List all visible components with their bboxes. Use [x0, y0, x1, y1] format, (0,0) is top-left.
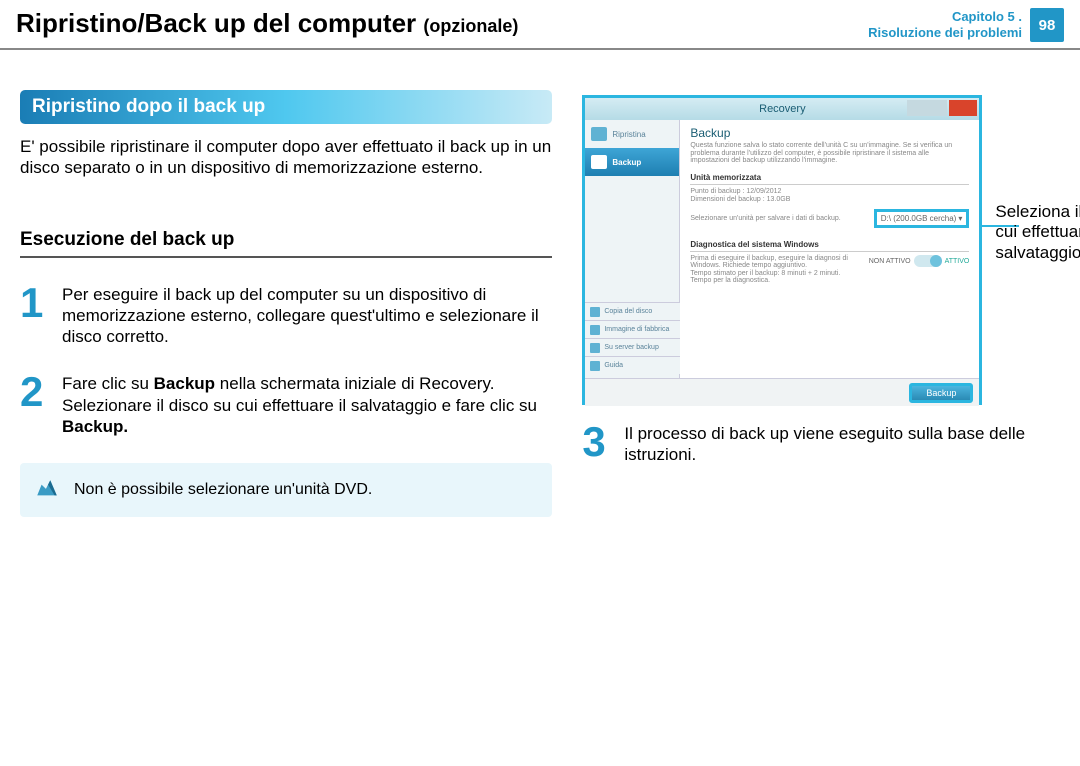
backup-point: Punto di backup : 12/09/2012 [690, 188, 969, 195]
chapter-line-2: Risoluzione dei problemi [868, 25, 1022, 41]
step-text: Il processo di back up viene eseguito su… [624, 423, 1060, 466]
close-icon[interactable] [949, 100, 977, 116]
step-text: Fare clic su Backup nella schermata iniz… [62, 373, 552, 437]
window-min-max[interactable] [907, 100, 947, 116]
backup-size: Dimensioni del backup : 13.0GB [690, 196, 969, 203]
sidebar-guide[interactable]: Guida [585, 356, 680, 374]
storage-section-label: Unità memorizzata [690, 173, 969, 185]
note-text: Non è possibile selezionare un'unità DVD… [74, 481, 372, 499]
intro-paragraph: E' possibile ripristinare il computer do… [20, 136, 552, 179]
select-drive-label: Selezionare un'unità per salvare i dati … [690, 215, 840, 222]
note-box: Non è possibile selezionare un'unità DVD… [20, 463, 552, 517]
sidebar-factory-image[interactable]: Immagine di fabbrica [585, 320, 680, 338]
backup-button[interactable]: Backup [909, 383, 973, 403]
diagnostics-section-label: Diagnostica del sistema Windows [690, 240, 969, 252]
chevron-down-icon: ▾ [958, 214, 962, 223]
diag-text-2: Tempo stimato per il backup: 8 minuti + … [690, 270, 858, 284]
recovery-window-screenshot: Recovery Ripristina Backup [582, 95, 982, 405]
step-number: 1 [20, 284, 50, 348]
page-header: Ripristino/Back up del computer (opziona… [0, 0, 1080, 50]
callout-text: Seleziona il disco su cui effettuare il … [995, 202, 1080, 263]
window-titlebar: Recovery [585, 98, 979, 120]
window-title: Recovery [759, 103, 805, 115]
page-title-suffix: (opzionale) [423, 16, 518, 36]
main-panel: Backup Questa funzione salva lo stato co… [680, 120, 979, 378]
diag-text-1: Prima di eseguire il backup, eseguire la… [690, 255, 858, 269]
bottom-bar: Backup [585, 378, 979, 406]
header-right: Capitolo 5 . Risoluzione dei problemi 98 [868, 8, 1064, 42]
chapter-line-1: Capitolo 5 . [868, 9, 1022, 25]
sidebar-server-backup[interactable]: Su server backup [585, 338, 680, 356]
note-icon [34, 477, 60, 503]
step-2: 2 Fare clic su Backup nella schermata in… [20, 373, 552, 437]
step-number: 2 [20, 373, 50, 437]
restore-icon [591, 127, 607, 141]
step-3: 3 Il processo di back up viene eseguito … [582, 423, 1060, 466]
page-title: Ripristino/Back up del computer [16, 8, 416, 38]
step-text: Per eseguire il back up del computer su … [62, 284, 552, 348]
page-number-badge: 98 [1030, 8, 1064, 42]
sub-heading: Esecuzione del back up [20, 229, 552, 258]
panel-heading: Backup [690, 126, 969, 140]
panel-description: Questa funzione salva lo stato corrente … [690, 142, 969, 165]
section-heading: Ripristino dopo il back up [20, 90, 552, 124]
diagnostics-toggle[interactable]: NON ATTIVO ATTIVO [869, 255, 970, 267]
chapter-info: Capitolo 5 . Risoluzione dei problemi [868, 9, 1022, 40]
step-number: 3 [582, 423, 612, 466]
sidebar-item-backup[interactable]: Backup [585, 148, 679, 176]
step-1: 1 Per eseguire il back up del computer s… [20, 284, 552, 348]
screenshot-with-callout: Recovery Ripristina Backup [582, 95, 1060, 405]
page-title-block: Ripristino/Back up del computer (opziona… [16, 8, 518, 39]
sidebar-bottom-buttons: Copia del disco Immagine di fabbrica Su … [585, 302, 680, 374]
disk-select-dropdown[interactable]: D:\ (200.0GB cercha) ▾ [874, 209, 970, 228]
backup-icon [591, 155, 607, 169]
sidebar-item-restore[interactable]: Ripristina [585, 120, 679, 148]
sidebar-disk-copy[interactable]: Copia del disco [585, 302, 680, 320]
